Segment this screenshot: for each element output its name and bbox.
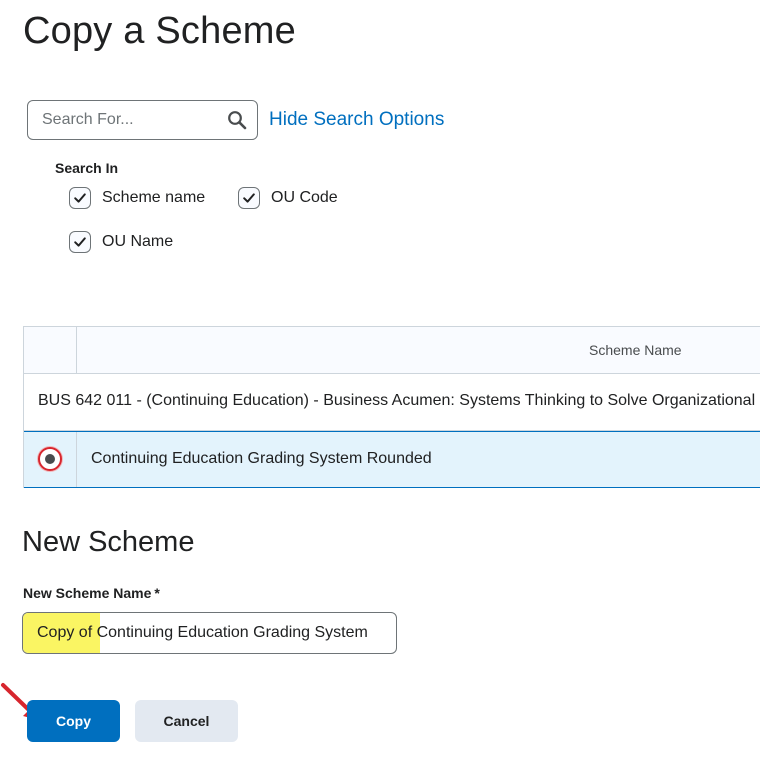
select-cell <box>24 432 77 487</box>
scheme-name-cell: Continuing Education Grading System Roun… <box>91 450 432 467</box>
schemes-table: Scheme Name BUS 642 011 - (Continuing Ed… <box>23 326 760 488</box>
checkbox-label: OU Name <box>102 233 174 250</box>
scheme-radio-button[interactable] <box>38 447 62 471</box>
search-icon[interactable] <box>227 110 247 130</box>
checkbox-ou-code[interactable]: OU Code <box>238 187 338 209</box>
table-header: Scheme Name <box>24 327 760 374</box>
checkbox-ou-name[interactable]: OU Name <box>69 231 173 253</box>
new-scheme-heading: New Scheme <box>22 526 195 558</box>
cancel-button[interactable]: Cancel <box>135 700 238 742</box>
search-box <box>27 100 258 140</box>
hide-search-options-link[interactable]: Hide Search Options <box>269 109 444 131</box>
scheme-name-cell: BUS 642 011 - (Continuing Education) - B… <box>38 392 756 409</box>
checkbox[interactable] <box>69 187 91 209</box>
required-marker: * <box>154 585 160 601</box>
checkbox-label: OU Code <box>271 189 338 206</box>
checkbox[interactable] <box>69 231 91 253</box>
new-scheme-name-label: New Scheme Name * <box>23 585 160 601</box>
select-column-header <box>24 327 77 373</box>
search-input[interactable] <box>28 101 218 139</box>
checkbox-label: Scheme name <box>102 189 206 206</box>
search-in-label: Search In <box>55 160 119 176</box>
new-scheme-name-input[interactable] <box>23 613 396 653</box>
new-scheme-name-field <box>22 612 397 654</box>
copy-button[interactable]: Copy <box>27 700 120 742</box>
checkbox[interactable] <box>238 187 260 209</box>
checkmark-icon <box>243 193 255 203</box>
table-row-selected[interactable]: Continuing Education Grading System Roun… <box>24 431 760 488</box>
checkmark-icon <box>74 193 86 203</box>
table-row: BUS 642 011 - (Continuing Education) - B… <box>24 374 760 431</box>
field-label-text: New Scheme Name <box>23 585 152 601</box>
column-header-scheme-name[interactable]: Scheme Name <box>589 342 682 358</box>
radio-dot <box>45 454 55 464</box>
checkmark-icon <box>74 237 86 247</box>
checkbox-scheme-name[interactable]: Scheme name <box>69 187 205 209</box>
page-title: Copy a Scheme <box>23 10 296 52</box>
